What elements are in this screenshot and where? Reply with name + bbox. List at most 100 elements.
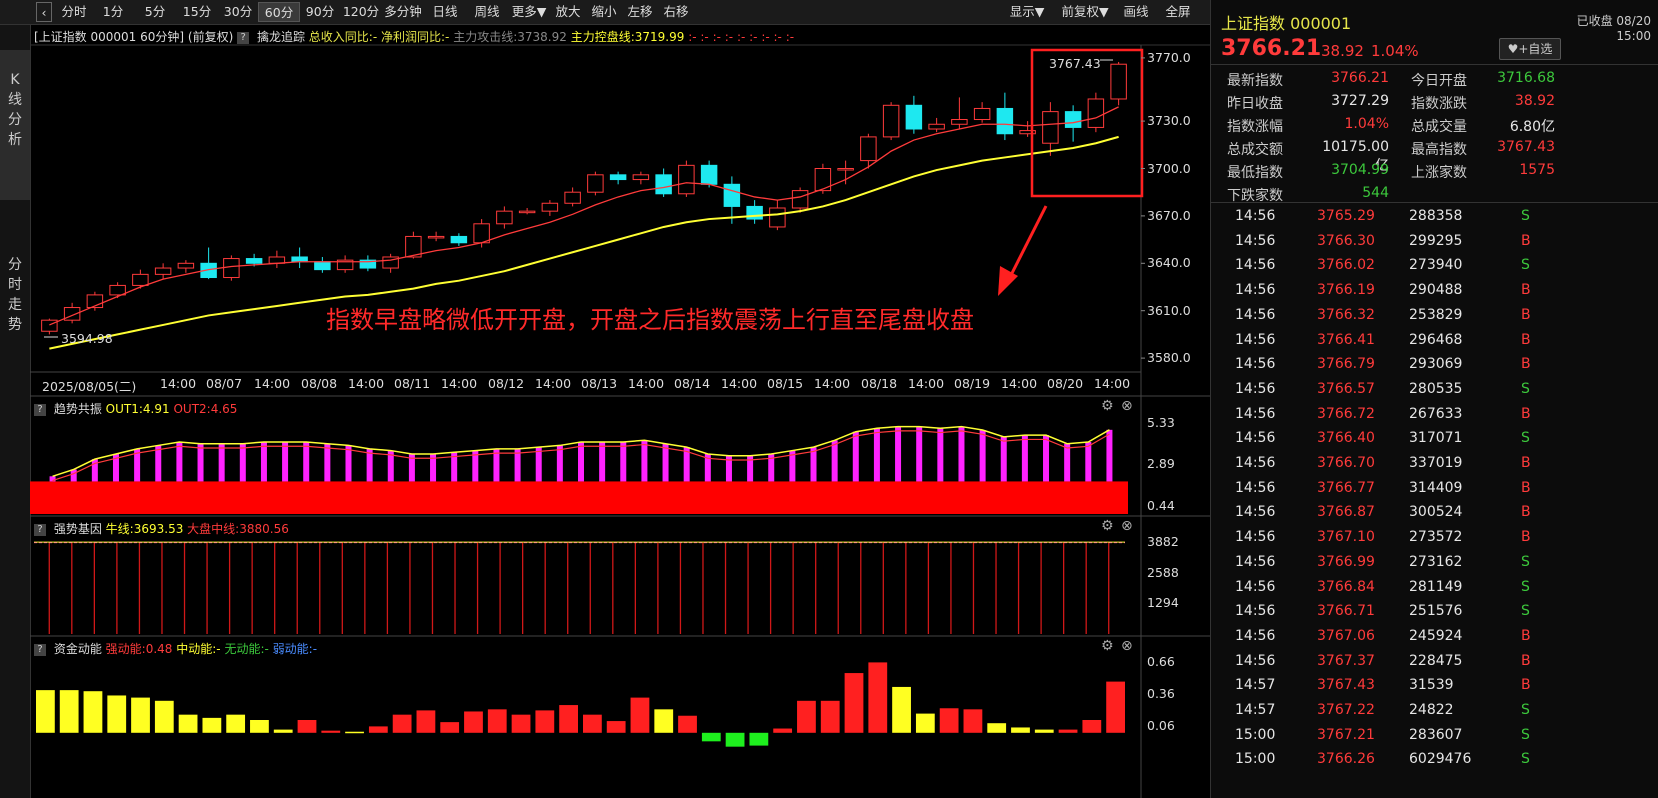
x-tick-label: 14:00 <box>441 376 478 391</box>
add-watchlist-button[interactable]: ♥+自选 <box>1499 38 1561 60</box>
pane3-bar <box>630 697 650 733</box>
market-status: 已收盘 08/20 15:00 <box>1576 14 1651 43</box>
pane3-bar <box>440 722 460 733</box>
pane1-bar <box>49 476 56 482</box>
tick-price: 3766.70 <box>1317 455 1375 471</box>
gear-icon[interactable]: ⚙ <box>1101 638 1114 654</box>
candle-body <box>541 202 559 212</box>
tick-price: 3766.77 <box>1317 479 1375 496</box>
candle-body <box>723 183 741 207</box>
candle-body <box>951 119 968 125</box>
candle-body <box>427 235 445 239</box>
tick-side: B <box>1521 356 1531 373</box>
tick-volume: 337019 <box>1409 455 1463 471</box>
tick-side: B <box>1521 405 1531 422</box>
help-icon[interactable]: ? <box>34 403 46 416</box>
tick-price: 3766.84 <box>1317 578 1375 595</box>
candle-body <box>609 174 627 181</box>
tick-side: B <box>1521 677 1531 694</box>
help-icon[interactable]: ? <box>34 523 46 536</box>
tick-time: 14:56 <box>1235 455 1276 471</box>
candle-body <box>860 136 877 162</box>
x-tick-label: 08/08 <box>301 376 338 391</box>
quote-field-label: 指数涨幅 <box>1227 119 1283 135</box>
pane3-bar <box>1082 720 1102 733</box>
tick-price: 3767.06 <box>1317 627 1375 644</box>
close-icon[interactable]: ⊗ <box>1121 638 1133 654</box>
pane-y-tick-label: 0.44 <box>1147 498 1175 514</box>
candle-body <box>314 261 331 271</box>
candle-body <box>996 107 1014 135</box>
tick-time: 14:56 <box>1235 603 1276 620</box>
x-tick-label: 08/20 <box>1047 376 1084 391</box>
pane3-bar <box>297 720 317 733</box>
pane3-bar <box>892 686 911 733</box>
pane1-bar <box>345 445 352 482</box>
pane3-bar <box>464 711 483 733</box>
pane3-bar <box>321 730 341 733</box>
tick-price: 3766.32 <box>1317 306 1375 323</box>
quote-field-value: 6.80亿 <box>1509 119 1555 135</box>
tick-time: 14:56 <box>1235 504 1276 521</box>
close-icon[interactable]: ⊗ <box>1121 398 1133 414</box>
tick-volume: 24822 <box>1409 702 1454 718</box>
pane1-bar <box>1043 435 1050 482</box>
pane3-bar <box>36 690 55 733</box>
candle-body <box>291 256 308 263</box>
pane1-bar <box>324 443 331 482</box>
tick-time: 14:56 <box>1235 430 1276 447</box>
tick-volume: 300524 <box>1409 504 1463 521</box>
pane3-bar <box>963 709 983 733</box>
gear-icon[interactable]: ⚙ <box>1101 518 1114 534</box>
x-tick-label: 14:00 <box>348 376 385 391</box>
pane2-dapan: 大盘中线:3880.56 <box>187 522 289 536</box>
pane-y-tick-label: 0.66 <box>1147 654 1175 670</box>
pane3-bar <box>749 732 769 746</box>
pane1-bar <box>218 443 225 482</box>
quote-field-label: 上涨家数 <box>1411 165 1467 181</box>
tick-side: B <box>1521 232 1531 249</box>
pane-y-tick-label: 1294 <box>1147 595 1179 611</box>
tick-time: 14:56 <box>1235 356 1276 373</box>
pane3-bar <box>131 697 150 733</box>
pane1-bar <box>1064 443 1071 482</box>
pane3-bar <box>606 721 626 733</box>
pane2-header: ? 强势基因 牛线:3693.53 大盘中线:3880.56 <box>34 520 289 537</box>
pane1-bar <box>937 428 944 482</box>
pane-y-tick-label: 5.33 <box>1147 414 1175 430</box>
tick-price: 3766.72 <box>1317 405 1375 422</box>
pane3-bar <box>250 720 269 733</box>
tick-time: 14:56 <box>1235 282 1276 299</box>
pane3-bar <box>939 708 959 733</box>
tick-side: S <box>1521 751 1530 768</box>
pane3-bar <box>202 717 222 733</box>
help-icon[interactable]: ? <box>34 643 46 656</box>
tick-side: B <box>1521 627 1531 644</box>
y-tick-label: 3580.0 <box>1147 350 1191 366</box>
tick-volume: 293069 <box>1409 356 1463 373</box>
candle-body <box>882 104 900 138</box>
pane-y-tick-label: 3882 <box>1147 534 1179 550</box>
pane3-bar <box>987 723 1007 733</box>
tick-price: 3766.19 <box>1317 282 1375 299</box>
gear-icon[interactable]: ⚙ <box>1101 398 1114 414</box>
tick-time: 14:56 <box>1235 331 1276 348</box>
y-tick-label: 3700.0 <box>1147 160 1191 176</box>
pane3-bar <box>678 715 697 733</box>
tick-side: S <box>1521 208 1530 224</box>
tick-time: 14:56 <box>1235 208 1276 224</box>
pane3-strong: 强动能:0.48 <box>105 642 173 656</box>
tick-volume: 267633 <box>1409 405 1463 422</box>
pane3-bar <box>559 705 578 733</box>
tick-side: B <box>1521 282 1531 299</box>
x-tick-label: 08/14 <box>674 376 711 391</box>
quote-field-label: 最新指数 <box>1227 73 1283 89</box>
tick-side: B <box>1521 652 1531 669</box>
candle-body <box>473 223 490 244</box>
close-icon[interactable]: ⊗ <box>1121 518 1133 534</box>
tick-time: 15:00 <box>1235 726 1276 743</box>
quote-field-value: 1575 <box>1519 162 1555 178</box>
tick-volume: 299295 <box>1409 232 1463 249</box>
candle-body <box>132 273 149 286</box>
candle-body <box>1064 111 1082 128</box>
